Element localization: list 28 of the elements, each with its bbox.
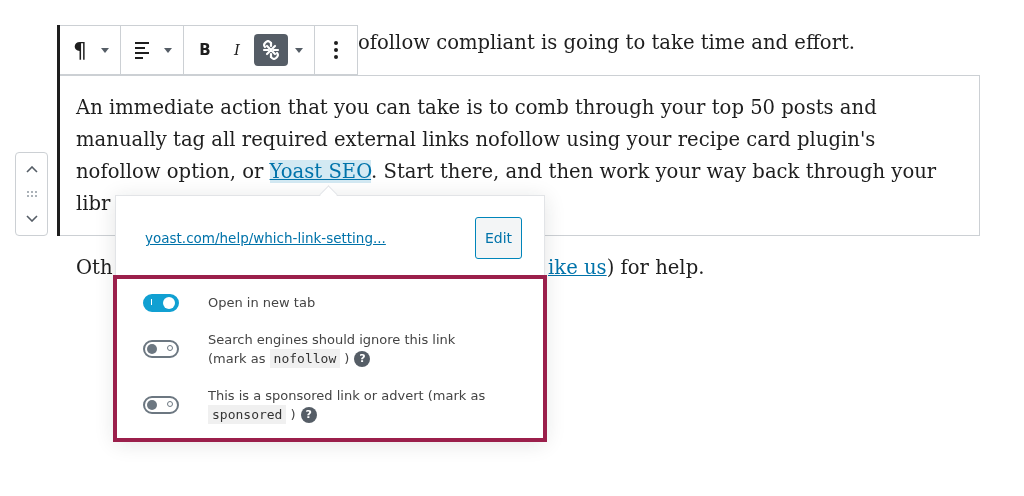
caret-icon (295, 47, 303, 53)
option-label: Open in new tab (208, 294, 317, 312)
paragraph-button[interactable]: ¶ (66, 34, 94, 66)
chevron-up-icon (25, 166, 38, 173)
paragraph-text: ike us) for help. (548, 255, 705, 281)
bold-button[interactable]: B (190, 34, 220, 66)
toggle-switch[interactable] (143, 396, 179, 414)
toggle-switch[interactable] (143, 340, 179, 358)
paragraph-text: ofollow compliant is going to take time and effort. (358, 30, 856, 56)
drag-handle[interactable] (24, 189, 39, 199)
drag-dots-icon (26, 191, 37, 197)
edit-button[interactable]: Edit (475, 217, 522, 259)
link-url[interactable]: yoast.com/help/which-link-setting... (145, 230, 386, 246)
chevron-down-icon (25, 215, 38, 222)
help-icon[interactable]: ? (354, 350, 371, 367)
toggle-switch[interactable] (143, 293, 179, 312)
link-button[interactable] (254, 34, 288, 66)
text-link[interactable]: Yoast SEO (269, 160, 372, 183)
caret-icon (164, 47, 172, 53)
caret-icon (101, 47, 109, 53)
text-link[interactable]: ike us (548, 256, 607, 279)
italic-button[interactable]: I (222, 34, 252, 66)
link-icon (261, 40, 281, 60)
move-down-button[interactable] (23, 213, 40, 224)
align-left-icon (135, 41, 149, 59)
help-icon[interactable]: ? (300, 406, 317, 423)
more-icon (334, 41, 338, 59)
paragraph-text: Oth (76, 256, 113, 279)
